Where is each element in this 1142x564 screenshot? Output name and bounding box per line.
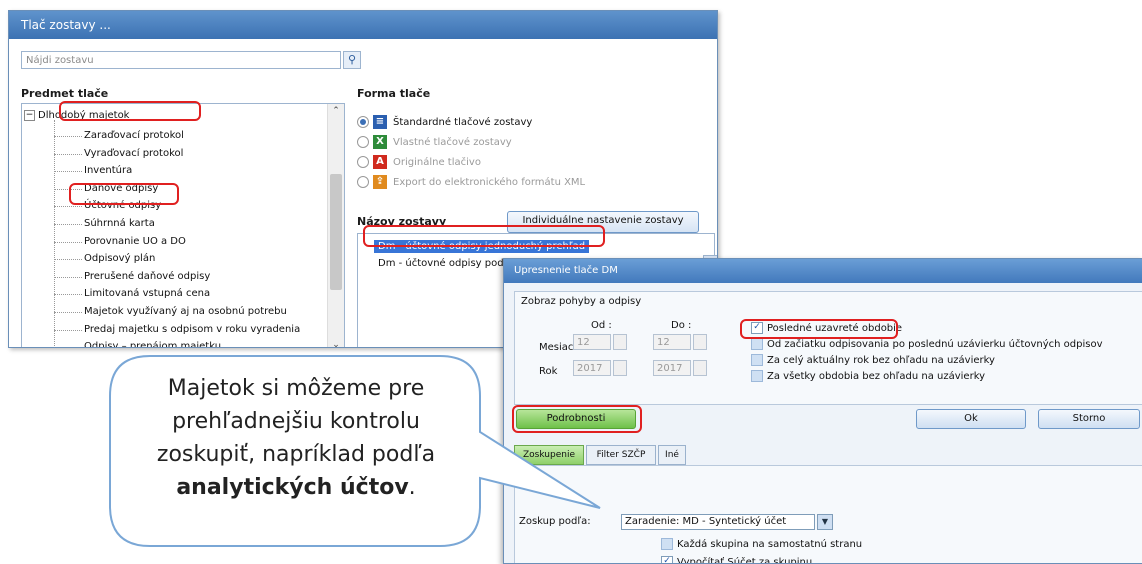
callout-line: Majetok si môžeme pre (167, 376, 425, 401)
callout-text: Majetok si môžeme pre prehľadnejšiu kont… (126, 372, 466, 504)
callout-line: zoskupiť, napríklad podľa (156, 442, 436, 467)
callout-bold: analytických účtov (176, 475, 409, 500)
callout-line: prehľadnejšiu kontrolu (172, 409, 420, 434)
callout-tail: . (408, 475, 416, 500)
callout-line: analytických účtov. (126, 471, 466, 504)
